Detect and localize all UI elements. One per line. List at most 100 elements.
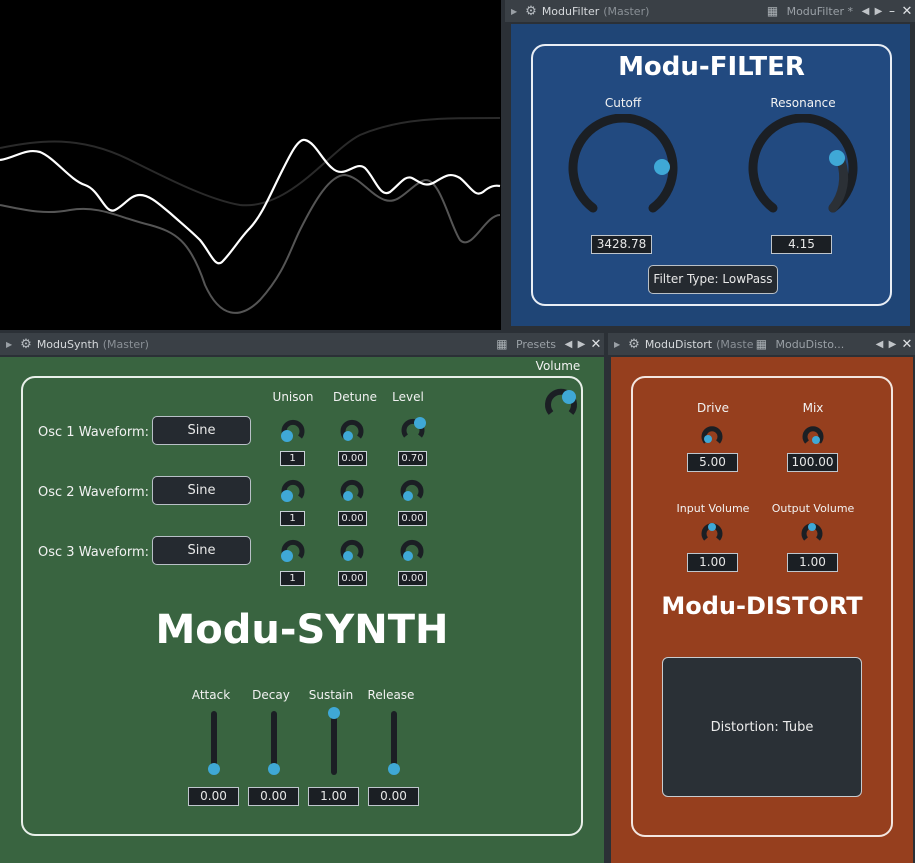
osc1-level-knob[interactable] [398, 414, 428, 444]
osc2-level-value[interactable]: 0.00 [398, 511, 427, 526]
osc1-level-value[interactable]: 0.70 [398, 451, 427, 466]
input-volume-knob[interactable] [699, 519, 725, 545]
osc3-level-value[interactable]: 0.00 [398, 571, 427, 586]
waveform-trace [0, 138, 501, 265]
detune-column-label: Detune [333, 390, 377, 404]
osc3-unison-knob[interactable] [279, 536, 307, 564]
distort-panel: Drive Mix 5.00 100.00 Input Volume Outpu… [631, 376, 893, 837]
input-volume-label: Input Volume [676, 502, 750, 515]
osc1-waveform-button[interactable]: Sine [152, 416, 251, 445]
decay-value[interactable]: 0.00 [248, 787, 299, 806]
arrow-right-icon[interactable]: ▶ [575, 339, 588, 350]
release-value[interactable]: 0.00 [368, 787, 419, 806]
osc2-waveform-button[interactable]: Sine [152, 476, 251, 505]
drive-label: Drive [697, 401, 729, 415]
output-volume-knob[interactable] [799, 519, 825, 545]
osc1-detune-value[interactable]: 0.00 [338, 451, 367, 466]
arrow-left-icon[interactable]: ◀ [873, 339, 886, 350]
mix-value[interactable]: 100.00 [787, 453, 838, 472]
decay-slider-thumb[interactable] [268, 763, 280, 775]
osc2-level-knob[interactable] [398, 476, 426, 504]
release-slider-thumb[interactable] [388, 763, 400, 775]
osc1-label: Osc 1 Waveform: [38, 425, 150, 440]
drive-value[interactable]: 5.00 [687, 453, 738, 472]
waveform-display [0, 117, 501, 314]
minimize-icon[interactable]: – [885, 4, 899, 18]
close-icon[interactable]: ✕ [899, 4, 915, 19]
window-subtitle: (Master) [603, 4, 650, 18]
preset-name[interactable]: Presets [516, 338, 556, 351]
decay-label: Decay [252, 688, 290, 702]
plugin-title: Modu-SYNTH [155, 607, 449, 653]
attack-value[interactable]: 0.00 [188, 787, 239, 806]
osc1-unison-knob[interactable] [279, 416, 307, 444]
cutoff-knob[interactable] [563, 114, 683, 224]
distortion-type-button[interactable]: Distortion: Tube [662, 657, 862, 797]
osc3-waveform-button[interactable]: Sine [152, 536, 251, 565]
arrow-left-icon[interactable]: ◀ [562, 339, 575, 350]
filter-type-button[interactable]: Filter Type: LowPass [648, 265, 778, 294]
expand-triangle-icon[interactable]: ▶ [614, 340, 620, 349]
decay-slider[interactable] [268, 711, 280, 777]
window-subtitle: (Maste [716, 337, 754, 351]
expand-triangle-icon[interactable]: ▶ [6, 340, 12, 349]
input-volume-value[interactable]: 1.00 [687, 553, 738, 572]
osc2-unison-knob[interactable] [279, 476, 307, 504]
arrow-right-icon[interactable]: ▶ [872, 6, 885, 17]
release-slider[interactable] [388, 711, 400, 777]
filter-titlebar[interactable]: ▶ ⚙ ModuFilter (Master) ▦ ModuFilter * ◀… [505, 0, 915, 22]
osc1-unison-value[interactable]: 1 [280, 451, 305, 466]
drive-knob[interactable] [699, 422, 725, 448]
resonance-knob[interactable] [743, 114, 863, 224]
waveform-trace-faint [0, 117, 501, 207]
synth-body: Volume Unison Detune Level Osc 1 Wavefor… [0, 357, 604, 863]
window-subtitle: (Master) [102, 337, 149, 351]
window-title: ModuDistort [644, 337, 713, 351]
osc2-detune-value[interactable]: 0.00 [338, 511, 367, 526]
volume-knob[interactable] [541, 382, 581, 422]
gear-icon[interactable]: ⚙ [20, 337, 32, 352]
sustain-value[interactable]: 1.00 [308, 787, 359, 806]
close-icon[interactable]: ✕ [899, 337, 915, 352]
preset-name[interactable]: ModuFilter * [787, 5, 853, 18]
synth-panel: Unison Detune Level Osc 1 Waveform: Sine… [21, 376, 583, 836]
grid-icon[interactable]: ▦ [765, 4, 781, 18]
grid-icon[interactable]: ▦ [494, 337, 510, 351]
output-volume-value[interactable]: 1.00 [787, 553, 838, 572]
sustain-slider-thumb[interactable] [328, 707, 340, 719]
mix-label: Mix [802, 401, 824, 415]
osc3-unison-value[interactable]: 1 [280, 571, 305, 586]
arrow-left-icon[interactable]: ◀ [859, 6, 872, 17]
osc2-unison-value[interactable]: 1 [280, 511, 305, 526]
osc3-detune-value[interactable]: 0.00 [338, 571, 367, 586]
synth-titlebar[interactable]: ▶ ⚙ ModuSynth (Master) ▦ Presets ◀ ▶ ✕ [0, 333, 604, 355]
preset-name[interactable]: ModuDisto... [775, 338, 844, 351]
osc3-label: Osc 3 Waveform: [38, 545, 150, 560]
daw-workspace: ▶ ⚙ ModuFilter (Master) ▦ ModuFilter * ◀… [0, 0, 915, 863]
expand-triangle-icon[interactable]: ▶ [511, 7, 517, 16]
sustain-slider[interactable] [328, 707, 340, 777]
filter-body: Modu-FILTER Cutoff Resonance 3428.78 4.1… [511, 24, 910, 326]
plugin-title: Modu-FILTER [618, 52, 805, 82]
mix-knob[interactable] [800, 422, 826, 448]
distort-titlebar[interactable]: ▶ ⚙ ModuDistort (Maste ▦ ModuDisto... ◀ … [608, 333, 915, 355]
osc3-level-knob[interactable] [398, 536, 426, 564]
attack-slider-thumb[interactable] [208, 763, 220, 775]
gear-icon[interactable]: ⚙ [525, 4, 537, 19]
synth-plugin-window: ▶ ⚙ ModuSynth (Master) ▦ Presets ◀ ▶ ✕ V… [0, 333, 604, 863]
close-icon[interactable]: ✕ [588, 337, 604, 352]
arrow-right-icon[interactable]: ▶ [886, 339, 899, 350]
filter-plugin-window: ▶ ⚙ ModuFilter (Master) ▦ ModuFilter * ◀… [505, 0, 915, 330]
osc2-detune-knob[interactable] [338, 476, 366, 504]
waveform-trace-shadow [0, 173, 501, 314]
filter-panel: Modu-FILTER Cutoff Resonance 3428.78 4.1… [531, 44, 892, 306]
release-label: Release [367, 688, 415, 702]
osc1-detune-knob[interactable] [338, 416, 366, 444]
grid-icon[interactable]: ▦ [753, 337, 769, 351]
gear-icon[interactable]: ⚙ [628, 337, 640, 352]
window-title: ModuSynth [36, 337, 99, 351]
attack-slider[interactable] [208, 711, 220, 777]
osc3-detune-knob[interactable] [338, 536, 366, 564]
cutoff-value[interactable]: 3428.78 [591, 235, 652, 254]
resonance-value[interactable]: 4.15 [771, 235, 832, 254]
